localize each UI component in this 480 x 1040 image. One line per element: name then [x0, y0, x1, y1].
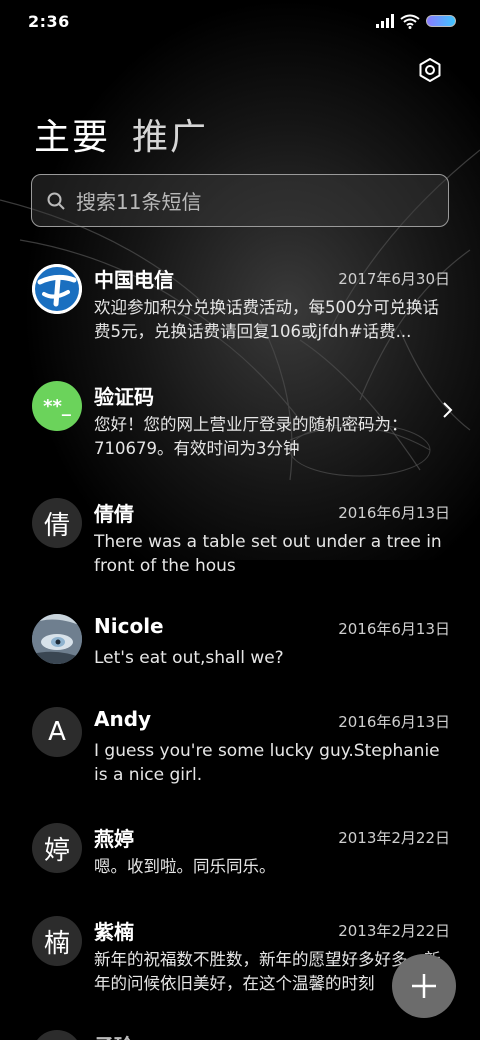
wifi-icon — [400, 14, 420, 29]
tab-promotions[interactable]: 推广 — [132, 108, 208, 160]
message-date: 2013年2月22日 — [338, 829, 450, 847]
sender-name: Andy — [94, 707, 152, 731]
search-placeholder: 搜索11条短信 — [76, 190, 202, 214]
message-date: 2013年2月22日 — [338, 922, 450, 940]
telecom-logo-icon — [32, 264, 82, 314]
conversation-row[interactable]: **_ 验证码 您好！您的网上营业厅登录的随机密码为：710679。有效时间为3… — [0, 381, 480, 471]
china-telecom-logo — [32, 264, 82, 314]
status-icons — [376, 14, 456, 29]
message-date: 2016年6月13日 — [338, 504, 450, 522]
message-date: 2017年6月30日 — [338, 270, 450, 288]
new-message-button[interactable] — [392, 954, 456, 1018]
signal-icon — [376, 14, 394, 28]
verification-avatar: **_ — [32, 381, 82, 431]
conversation-row[interactable]: 婷 燕婷 2013年2月22日 嗯。收到啦。同乐同乐。 — [0, 823, 480, 893]
search-icon — [47, 192, 65, 210]
avatar — [32, 1030, 82, 1040]
sender-name: 紫楠 — [94, 920, 134, 944]
category-tabs: 主要 推广 — [34, 108, 208, 160]
chevron-right-icon[interactable] — [442, 401, 454, 419]
sender-name: 倩倩 — [94, 502, 134, 526]
status-time: 2:36 — [28, 11, 70, 31]
conversation-row[interactable]: 倩 倩倩 2016年6月13日 There was a table set ou… — [0, 498, 480, 588]
message-preview: I guess you're some lucky guy.Stephanie … — [94, 741, 440, 785]
avatar: 倩 — [32, 498, 82, 548]
avatar: 婷 — [32, 823, 82, 873]
avatar: 楠 — [32, 916, 82, 966]
settings-icon — [419, 58, 441, 82]
message-date: 2016年6月13日 — [338, 620, 450, 638]
conversation-row[interactable]: Nicole 2016年6月13日 Let's eat out,shall we… — [0, 614, 480, 684]
sender-name: 子玲 — [94, 1030, 134, 1040]
status-bar: 2:36 — [0, 0, 480, 42]
conversation-row[interactable]: A Andy 2016年6月13日 I guess you're some lu… — [0, 707, 480, 797]
avatar: A — [32, 707, 82, 757]
sender-name: Nicole — [94, 614, 164, 638]
plus-icon — [412, 974, 436, 998]
settings-button[interactable] — [412, 52, 448, 88]
tab-primary[interactable]: 主要 — [34, 108, 110, 160]
message-preview: There was a table set out under a tree i… — [94, 532, 442, 576]
message-preview: 嗯。收到啦。同乐同乐。 — [94, 857, 276, 876]
message-preview: Let's eat out,shall we? — [94, 648, 284, 668]
search-input[interactable]: 搜索11条短信 — [31, 174, 449, 227]
sender-name: 验证码 — [94, 385, 154, 409]
avatar — [32, 614, 82, 664]
sender-name: 燕婷 — [94, 827, 134, 851]
message-preview: 欢迎参加积分兑换话费活动，每500分可兑换话费5元，兑换话费请回复106或jfd… — [94, 298, 439, 341]
conversation-row[interactable]: 中国电信 2017年6月30日 欢迎参加积分兑换话费活动，每500分可兑换话费5… — [0, 264, 480, 354]
battery-icon — [426, 15, 456, 27]
message-preview: 您好！您的网上营业厅登录的随机密码为：710679。有效时间为3分钟 — [94, 415, 408, 458]
sender-name: 中国电信 — [94, 268, 174, 292]
message-date: 2016年6月13日 — [338, 713, 450, 731]
avatar-photo — [32, 614, 82, 664]
